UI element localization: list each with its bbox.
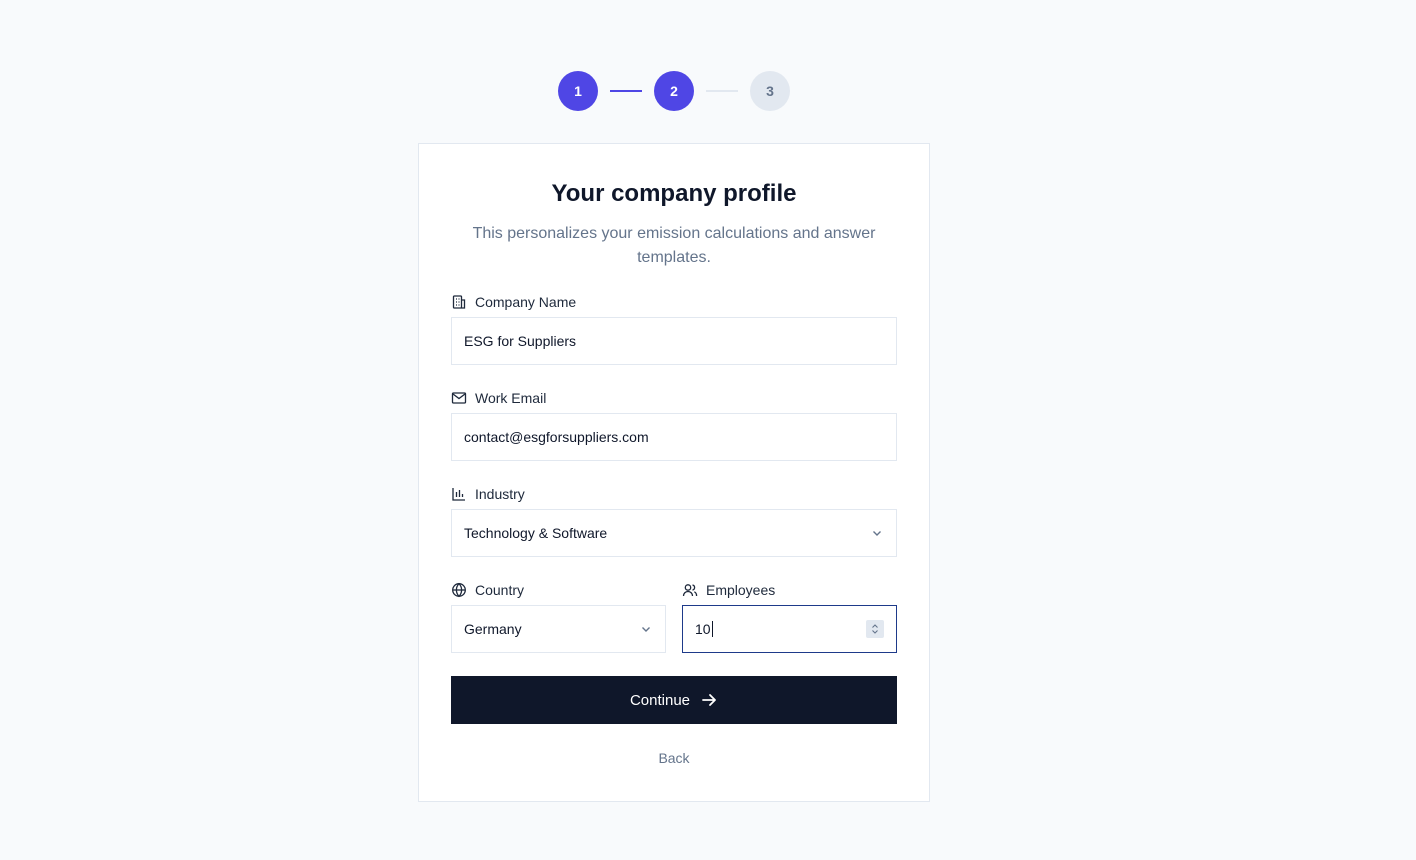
country-select[interactable]: Germany (451, 605, 666, 653)
work-email-field: Work Email contact@esgforsuppliers.com (451, 389, 897, 461)
number-spinner[interactable] (866, 620, 884, 638)
industry-select[interactable]: Technology & Software (451, 509, 897, 557)
progress-stepper: 1 2 3 (558, 71, 790, 111)
industry-field: Industry Technology & Software (451, 485, 897, 557)
step-connector-2 (706, 90, 738, 92)
company-name-field: Company Name ESG for Suppliers (451, 293, 897, 365)
step-1: 1 (558, 71, 598, 111)
country-field: Country Germany (451, 581, 666, 653)
employees-input[interactable]: 10 (682, 605, 897, 653)
employees-label: Employees (706, 582, 776, 598)
step-connector-1 (610, 90, 642, 92)
text-caret (711, 621, 713, 637)
globe-icon (452, 582, 466, 598)
bar-chart-icon (452, 488, 465, 501)
mail-icon (451, 392, 467, 404)
company-name-input[interactable]: ESG for Suppliers (451, 317, 897, 365)
employees-field: Employees 10 (682, 581, 897, 653)
building-icon (452, 295, 466, 309)
work-email-value: contact@esgforsuppliers.com (464, 429, 649, 445)
step-2: 2 (654, 71, 694, 111)
page-title: Your company profile (551, 180, 797, 207)
chevron-down-icon (873, 531, 881, 536)
users-icon (682, 584, 698, 597)
company-profile-card: Your company profile This personalizes y… (418, 143, 930, 802)
step-3: 3 (750, 71, 790, 111)
continue-button[interactable]: Continue (451, 676, 897, 724)
company-name-value: ESG for Suppliers (464, 333, 577, 349)
work-email-input[interactable]: contact@esgforsuppliers.com (451, 413, 897, 461)
arrow-right-icon (702, 694, 716, 706)
company-name-label: Company Name (475, 294, 577, 310)
industry-value: Technology & Software (464, 525, 608, 541)
industry-label: Industry (475, 486, 525, 502)
back-link[interactable]: Back (451, 750, 897, 766)
work-email-label: Work Email (475, 390, 547, 406)
chevron-down-icon[interactable] (871, 629, 879, 635)
employees-value: 10 (695, 621, 711, 637)
continue-button-label: Continue (629, 691, 691, 709)
country-label: Country (475, 582, 525, 598)
page-subtitle: This personalizes your emission calculat… (472, 225, 876, 266)
chevron-down-icon (642, 627, 650, 632)
country-value: Germany (464, 621, 522, 637)
